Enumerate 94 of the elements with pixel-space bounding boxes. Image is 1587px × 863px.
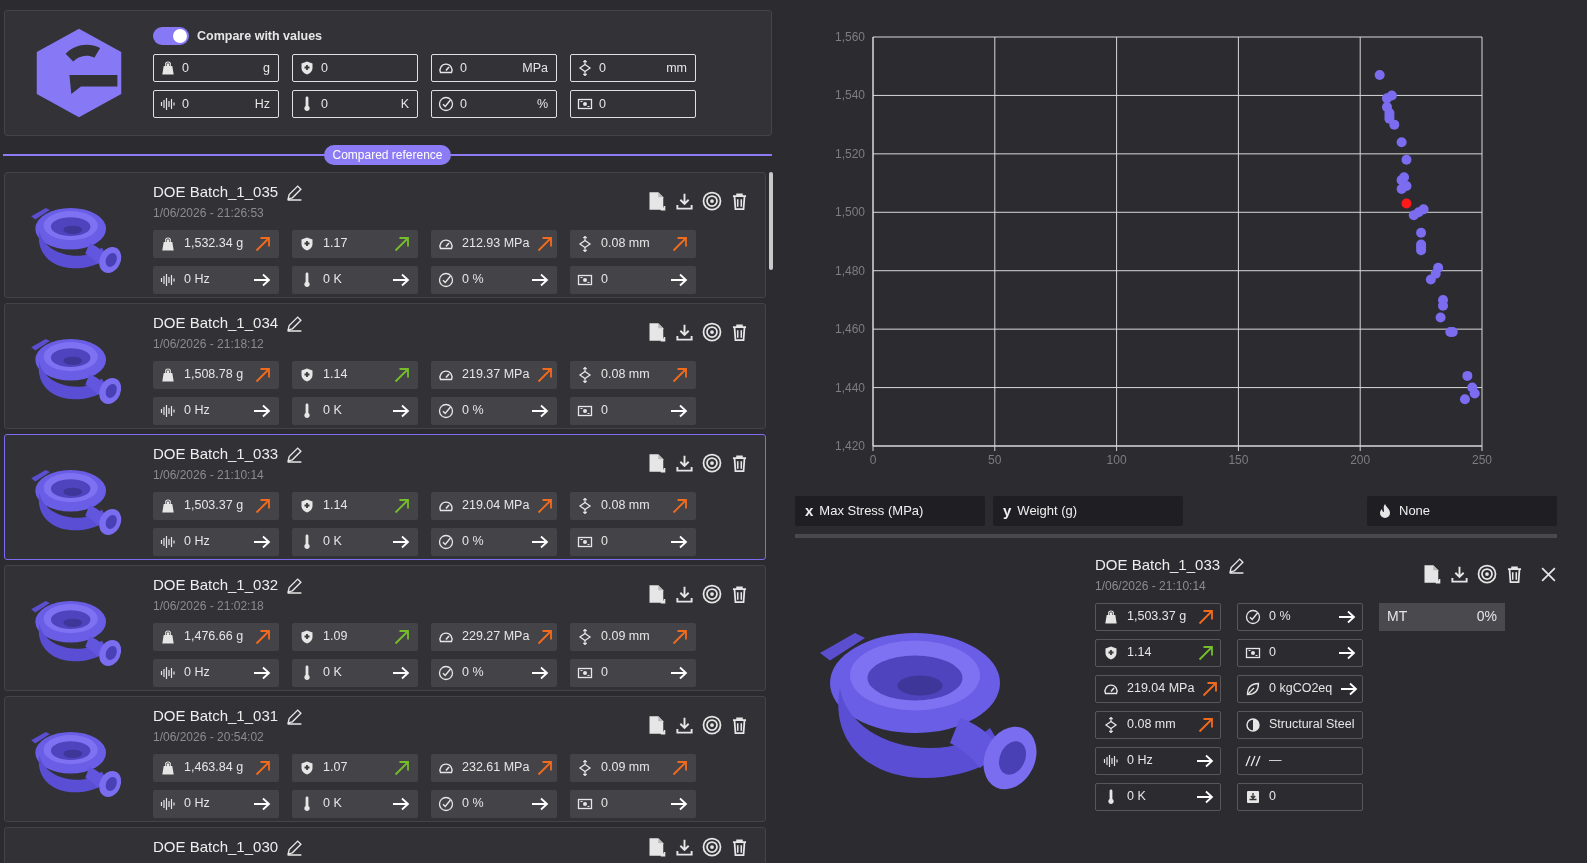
y-tick-label: 1,540 [834, 88, 865, 103]
design-name: DOE Batch_1_033 [1095, 555, 1221, 575]
metric-value: 219.37 MPa [462, 366, 530, 384]
metric-value: — [1269, 752, 1282, 770]
metric-value: 1.17 [323, 235, 348, 253]
metric-value: 0 Hz [1127, 752, 1153, 770]
metric-value: 232.61 MPa [462, 759, 530, 777]
metric-value: 0 [601, 402, 608, 420]
design-date: 1/06/2026 - 21:10:14 [153, 466, 265, 484]
unit-label: Hz [254, 95, 270, 112]
design-date: 1/06/2026 - 21:18:12 [153, 335, 265, 353]
x-tick-label: 250 [1472, 453, 1492, 467]
metric-value: 1.14 [323, 497, 348, 515]
bar-label: MT [1386, 607, 1408, 626]
x-tick-label: 50 [988, 453, 1002, 467]
metric-value: 0 K [323, 795, 342, 813]
metric-value: 0 % [462, 533, 484, 551]
y-tick-label: 1,500 [834, 205, 865, 220]
metric-value: 0 [601, 271, 608, 289]
metric-value: 1.14 [323, 366, 348, 384]
design-name: DOE Batch_1_033 [153, 444, 279, 464]
metric-value: 0 K [323, 664, 342, 682]
x-tick-label: 150 [1228, 453, 1249, 467]
metric-value: 0 [601, 795, 608, 813]
unit-label: g [263, 59, 270, 76]
x-tick-label: 0 [869, 453, 877, 467]
metric-value: 0.09 mm [601, 759, 650, 777]
metric-value: 1.07 [323, 759, 348, 777]
metric-value: 0 [601, 533, 608, 551]
axis-label: Weight (g) [1017, 502, 1078, 521]
metric-value: 1,463.84 g [184, 759, 244, 777]
metric-value: 0 % [462, 795, 484, 813]
design-date: 1/06/2026 - 21:26:53 [153, 204, 265, 222]
metric-value: 0 Hz [184, 533, 210, 551]
bar-value: 0% [1476, 607, 1498, 626]
metric-value: 0 % [462, 271, 484, 289]
metric-value: 1,503.37 g [184, 497, 244, 515]
metric-value: 0.09 mm [601, 628, 650, 646]
design-date: 1/06/2026 - 21:02:18 [153, 597, 265, 615]
metric-value: 0 K [1127, 788, 1146, 806]
metric-value: 0.08 mm [601, 366, 650, 384]
metric-value: 0 K [323, 402, 342, 420]
metric-value: 1,532.34 g [184, 235, 244, 253]
metric-value: 0 % [462, 664, 484, 682]
x-tick-label: 100 [1106, 453, 1127, 467]
metric-value: 0 [601, 664, 608, 682]
metric-value: 0 Hz [184, 271, 210, 289]
metric-value: 0 K [323, 271, 342, 289]
metric-value: 229.27 MPa [462, 628, 530, 646]
reference-label: Compared reference [324, 145, 451, 165]
design-name: DOE Batch_1_035 [153, 182, 279, 202]
metric-value: 212.93 MPa [462, 235, 530, 253]
metric-value: Structural Steel [1269, 716, 1355, 734]
metric-value: 0 kgCO2eq [1269, 680, 1333, 698]
metric-value: 0.08 mm [601, 497, 650, 515]
unit-label: MPa [522, 59, 548, 76]
axis-letter: y [1003, 500, 1012, 521]
axis-label: None [1399, 502, 1431, 521]
metric-value: 0 [1269, 788, 1276, 806]
y-tick-label: 1,560 [834, 30, 865, 44]
metric-value: 0 Hz [184, 795, 210, 813]
unit-label: K [400, 95, 409, 112]
x-tick-label: 200 [1350, 453, 1371, 467]
metric-value: 0 Hz [184, 664, 210, 682]
axis-label: Max Stress (MPa) [819, 502, 924, 521]
metric-value: 0 % [462, 402, 484, 420]
design-name: DOE Batch_1_031 [153, 706, 279, 726]
unit-label: mm [666, 59, 687, 76]
metric-value: 1.14 [1127, 644, 1152, 662]
y-tick-label: 1,480 [834, 263, 865, 278]
design-name: DOE Batch_1_030 [153, 837, 279, 857]
design-date: 1/06/2026 - 21:10:14 [1095, 577, 1207, 595]
design-name: DOE Batch_1_034 [153, 313, 279, 333]
toggle-label: Compare with values [197, 28, 323, 45]
unit-label: % [536, 95, 548, 112]
design-date: 1/06/2026 - 20:54:02 [153, 728, 265, 746]
metric-value: 0.08 mm [1127, 716, 1176, 734]
metric-value: 0 Hz [184, 402, 210, 420]
metric-value: 219.04 MPa [462, 497, 530, 515]
metric-value: 0 [1269, 644, 1276, 662]
axis-letter: x [805, 500, 814, 521]
metric-value: 0 % [1269, 608, 1291, 626]
metric-value: 1,476.66 g [184, 628, 244, 646]
metric-value: 1,503.37 g [1127, 608, 1187, 626]
y-tick-label: 1,520 [834, 146, 865, 161]
metric-value: 219.04 MPa [1127, 680, 1195, 698]
y-tick-label: 1,420 [834, 439, 865, 453]
metric-value: 1,508.78 g [184, 366, 244, 384]
y-tick-label: 1,460 [834, 322, 865, 337]
metric-value: 0 K [323, 533, 342, 551]
metric-value: 0.08 mm [601, 235, 650, 253]
y-tick-label: 1,440 [834, 380, 865, 395]
metric-value: 1.09 [323, 628, 348, 646]
design-name: DOE Batch_1_032 [153, 575, 279, 595]
